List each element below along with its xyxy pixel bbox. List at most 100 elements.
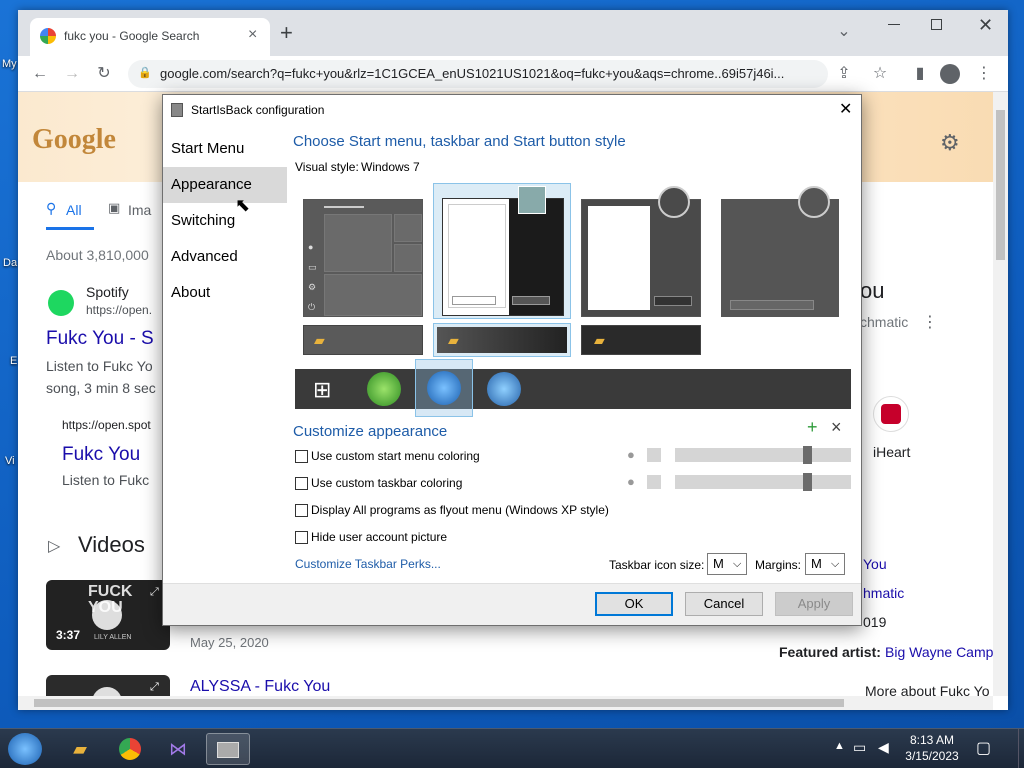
- start-button-strip: ⊞: [295, 359, 851, 417]
- profile-avatar-icon[interactable]: [940, 64, 960, 84]
- clock[interactable]: 8:13 AM 3/15/2023: [900, 732, 964, 764]
- taskbar-style-3[interactable]: ▰: [581, 325, 701, 355]
- start-menu-style-win8[interactable]: [581, 186, 701, 317]
- horizontal-scrollbar[interactable]: [18, 696, 993, 710]
- settings-gear-icon[interactable]: ⚙: [940, 130, 960, 156]
- slider-thumb[interactable]: [803, 473, 812, 491]
- chevron-down-icon[interactable]: ⌄: [832, 20, 856, 44]
- kp-song-link[interactable]: You: [863, 556, 887, 572]
- cancel-button[interactable]: Cancel: [685, 592, 763, 616]
- customize-taskbar-perks-link[interactable]: Customize Taskbar Perks...: [295, 557, 441, 571]
- windows7-orb-icon[interactable]: [427, 371, 461, 405]
- play-button-icon[interactable]: [92, 600, 122, 630]
- show-hidden-icons[interactable]: ▲: [834, 740, 845, 752]
- close-icon[interactable]: ✕: [839, 99, 852, 119]
- add-icon[interactable]: +: [807, 417, 818, 438]
- taskbar-icon-size-select[interactable]: M ⌵: [707, 553, 747, 575]
- nav-appearance[interactable]: Appearance: [163, 167, 287, 203]
- share-icon[interactable]: ⇪: [832, 62, 856, 86]
- iheart-icon[interactable]: [873, 396, 909, 432]
- expand-icon[interactable]: ⤢: [150, 586, 159, 599]
- address-bar[interactable]: 🔒 google.com/search?q=fukc+you&rlz=1C1GC…: [128, 60, 828, 88]
- new-tab-button[interactable]: +: [280, 22, 293, 44]
- play-button-icon[interactable]: [92, 687, 122, 696]
- ok-button[interactable]: OK: [595, 592, 673, 616]
- network-icon[interactable]: ▭: [853, 739, 866, 756]
- close-tab-icon[interactable]: ×: [248, 26, 257, 44]
- color-swatch[interactable]: [647, 448, 661, 462]
- desktop-icon-label[interactable]: Da: [3, 257, 17, 269]
- maximize-icon[interactable]: [931, 19, 942, 30]
- windows10-logo-icon[interactable]: ⊞: [313, 377, 331, 403]
- more-about-link[interactable]: More about Fukc Yo: [865, 683, 990, 696]
- color-swatch[interactable]: [647, 475, 661, 489]
- scroll-thumb[interactable]: [34, 699, 844, 707]
- nav-about[interactable]: About: [163, 275, 287, 311]
- taskbar-style-1[interactable]: ▰: [303, 325, 423, 355]
- notifications-icon[interactable]: ▢: [976, 738, 991, 758]
- result-title-link[interactable]: Fukc You - S: [46, 328, 154, 350]
- desktop-icon-label[interactable]: My: [2, 58, 17, 70]
- reload-icon[interactable]: ↻: [92, 62, 116, 86]
- browser-tab[interactable]: fukc you - Google Search ×: [30, 18, 270, 56]
- chrome-icon[interactable]: [110, 733, 150, 765]
- option-label[interactable]: Use custom taskbar coloring: [311, 476, 462, 490]
- scroll-thumb[interactable]: [996, 110, 1005, 260]
- vertical-scrollbar[interactable]: [993, 92, 1008, 696]
- option-label[interactable]: Use custom start menu coloring: [311, 449, 480, 463]
- close-icon[interactable]: ✕: [978, 15, 993, 36]
- margins-select[interactable]: M ⌵: [805, 553, 845, 575]
- checkbox[interactable]: [295, 477, 308, 490]
- video-thumbnail[interactable]: ⤢: [46, 675, 170, 696]
- featured-artist-link[interactable]: Big Wayne Camp: [885, 644, 993, 660]
- clover-button-icon[interactable]: [367, 372, 401, 406]
- nav-switching[interactable]: Switching: [163, 203, 287, 239]
- slider-thumb[interactable]: [803, 446, 812, 464]
- start-menu-style-win7-selected[interactable]: [433, 183, 571, 319]
- nav-start-menu[interactable]: Start Menu: [163, 131, 287, 167]
- option-label[interactable]: Display All programs as flyout menu (Win…: [311, 503, 609, 517]
- video-thumbnail[interactable]: FUCK YOU LILY ALLEN 3:37 ⤢: [46, 580, 170, 650]
- taskbar: ▰ ⋈ ▲ ▭ ◀ 8:13 AM 3/15/2023 ▢: [0, 728, 1024, 768]
- start-orb-icon[interactable]: [8, 733, 42, 765]
- remove-icon[interactable]: ×: [831, 417, 842, 438]
- option-label[interactable]: Hide user account picture: [311, 530, 447, 544]
- side-panel-icon[interactable]: ▮: [908, 62, 932, 86]
- nav-advanced[interactable]: Advanced: [163, 239, 287, 275]
- vista-orb-icon[interactable]: [487, 372, 521, 406]
- start-menu-opacity-slider[interactable]: [675, 446, 851, 464]
- start-menu-style-win10[interactable]: ● ▭ ⚙ ⏻: [303, 199, 423, 317]
- bookmark-star-icon[interactable]: ☆: [868, 62, 892, 86]
- checkbox[interactable]: [295, 531, 308, 544]
- tab-images[interactable]: Ima: [128, 202, 151, 218]
- minimize-icon[interactable]: [888, 24, 900, 25]
- back-icon[interactable]: ←: [28, 62, 52, 86]
- tab-all[interactable]: All: [66, 202, 82, 218]
- more-options-icon[interactable]: ⋮: [922, 312, 938, 332]
- google-logo[interactable]: Google: [32, 124, 116, 156]
- result-title-link[interactable]: Fukc You: [62, 444, 140, 466]
- desktop-icon-label[interactable]: Vi: [5, 455, 15, 467]
- start-menu-style-vista[interactable]: [721, 186, 839, 317]
- taskbar-style-2-selected[interactable]: ▰: [433, 323, 571, 357]
- forward-icon[interactable]: →: [60, 62, 84, 86]
- menu-dots-icon[interactable]: ⋮: [972, 62, 996, 86]
- checkbox[interactable]: [295, 450, 308, 463]
- checkbox[interactable]: [295, 504, 308, 517]
- volume-icon[interactable]: ◀: [878, 739, 889, 756]
- start-button-selected[interactable]: [415, 359, 473, 417]
- apply-button[interactable]: Apply: [775, 592, 853, 616]
- iheart-label[interactable]: iHeart: [873, 444, 910, 460]
- dialog-titlebar[interactable]: StartIsBack configuration ✕: [163, 95, 861, 125]
- expand-icon[interactable]: ⤢: [150, 681, 159, 694]
- taskbar-opacity-slider[interactable]: [675, 473, 851, 491]
- file-explorer-icon[interactable]: ▰: [60, 733, 100, 765]
- visual-studio-icon[interactable]: ⋈: [158, 733, 198, 765]
- startisback-taskbar-icon[interactable]: [206, 733, 250, 765]
- video-title-link[interactable]: ALYSSA - Fukc You: [190, 678, 330, 696]
- desktop-icon-label[interactable]: E: [10, 355, 17, 367]
- show-desktop-button[interactable]: [1018, 729, 1024, 768]
- lock-icon[interactable]: 🔒: [138, 66, 152, 79]
- dialog-nav: Start Menu Appearance Switching Advanced…: [163, 127, 287, 587]
- kp-artist-link[interactable]: hmatic: [863, 585, 904, 601]
